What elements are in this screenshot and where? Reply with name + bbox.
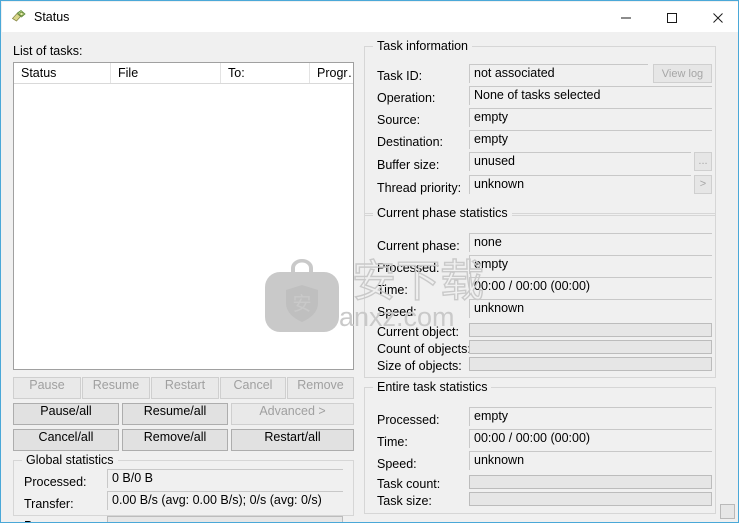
restart-button[interactable]: Restart	[151, 377, 219, 399]
resume-button[interactable]: Resume	[82, 377, 150, 399]
thread-priority-label: Thread priority:	[377, 181, 462, 195]
thread-priority-value[interactable]: unknown	[469, 175, 691, 194]
task-id-label: Task ID:	[377, 69, 423, 83]
pause-all-button[interactable]: Pause/all	[13, 403, 119, 425]
buffer-size-label: Buffer size:	[377, 158, 440, 172]
remove-all-button[interactable]: Remove/all	[122, 429, 228, 451]
count-of-objects-bar	[469, 340, 712, 354]
task-list[interactable]: Status File To: Progr…	[13, 62, 354, 370]
phase-time-label: Time:	[377, 283, 408, 297]
operation-value[interactable]: None of tasks selected	[469, 86, 712, 105]
close-icon	[713, 12, 723, 23]
cancel-all-button[interactable]: Cancel/all	[13, 429, 119, 451]
task-size-label: Task size:	[377, 494, 432, 508]
advanced-button[interactable]: Advanced >	[231, 403, 354, 425]
phase-speed-label: Speed:	[377, 305, 417, 319]
entire-time-label: Time:	[377, 435, 408, 449]
task-information-group: Task information Task ID: not associated…	[364, 39, 716, 216]
client-area: List of tasks: Status File To: Progr… Pa…	[2, 32, 738, 522]
entire-task-statistics-group: Entire task statistics Processed: empty …	[364, 380, 716, 514]
restart-all-button[interactable]: Restart/all	[231, 429, 354, 451]
global-statistics-legend: Global statistics	[22, 453, 118, 467]
size-of-objects-bar	[469, 357, 712, 371]
task-information-legend: Task information	[373, 39, 473, 53]
column-header-to[interactable]: To:	[221, 63, 310, 83]
entire-task-legend: Entire task statistics	[373, 380, 492, 394]
resume-all-button[interactable]: Resume/all	[122, 403, 228, 425]
current-phase-value[interactable]: none	[469, 233, 712, 252]
title-bar: Status	[2, 2, 738, 32]
global-processed-label: Processed:	[24, 475, 87, 489]
close-button[interactable]	[695, 3, 738, 32]
status-window: Status List of tasks: Status File To: Pr…	[0, 0, 739, 523]
phase-speed-value[interactable]: unknown	[469, 299, 712, 318]
source-label: Source:	[377, 113, 421, 127]
maximize-button[interactable]	[649, 3, 695, 32]
view-log-button[interactable]: View log	[653, 64, 712, 83]
task-list-body[interactable]	[14, 84, 353, 369]
current-phase-label: Current phase:	[377, 239, 460, 253]
window-title: Status	[34, 10, 70, 24]
entire-time-value[interactable]: 00:00 / 00:00 (00:00)	[469, 429, 712, 448]
phase-processed-value[interactable]: empty	[469, 255, 712, 274]
minimize-icon	[621, 17, 631, 18]
column-header-status[interactable]: Status	[14, 63, 111, 83]
app-icon	[11, 9, 27, 25]
buffer-browse-button[interactable]: ...	[694, 152, 712, 171]
task-list-header: Status File To: Progr…	[14, 63, 353, 84]
current-phase-statistics-group: Current phase statistics Current phase: …	[364, 206, 716, 378]
buffer-size-value[interactable]: unused	[469, 152, 691, 171]
column-header-progress[interactable]: Progr…	[310, 63, 353, 83]
resize-grip[interactable]	[720, 504, 735, 519]
column-header-file[interactable]: File	[111, 63, 221, 83]
current-phase-legend: Current phase statistics	[373, 206, 512, 220]
phase-processed-label: Processed:	[377, 261, 440, 275]
global-transfer-label: Transfer:	[24, 497, 74, 511]
maximize-icon	[667, 12, 677, 23]
task-size-bar	[469, 492, 712, 506]
global-progress-bar	[107, 516, 343, 522]
task-count-label: Task count:	[377, 477, 441, 491]
entire-processed-value[interactable]: empty	[469, 407, 712, 426]
size-of-objects-label: Size of objects:	[377, 359, 462, 373]
task-count-bar	[469, 475, 712, 489]
global-statistics-group: Global statistics Processed: 0 B/0 B Tra…	[13, 453, 354, 522]
destination-value[interactable]: empty	[469, 130, 712, 149]
phase-time-value[interactable]: 00:00 / 00:00 (00:00)	[469, 277, 712, 296]
global-transfer-value[interactable]: 0.00 B/s (avg: 0.00 B/s); 0/s (avg: 0/s)	[107, 491, 343, 510]
entire-speed-label: Speed:	[377, 457, 417, 471]
remove-button[interactable]: Remove	[287, 377, 354, 399]
global-processed-value[interactable]: 0 B/0 B	[107, 469, 343, 488]
source-value[interactable]: empty	[469, 108, 712, 127]
global-progress-label: Progress:	[24, 519, 78, 522]
entire-speed-value[interactable]: unknown	[469, 451, 712, 470]
destination-label: Destination:	[377, 135, 444, 149]
pause-button[interactable]: Pause	[13, 377, 81, 399]
operation-label: Operation:	[377, 91, 436, 105]
current-object-label: Current object:	[377, 325, 459, 339]
cancel-button[interactable]: Cancel	[220, 377, 286, 399]
task-id-value[interactable]: not associated	[469, 64, 648, 83]
priority-more-button[interactable]: >	[694, 175, 712, 194]
entire-processed-label: Processed:	[377, 413, 440, 427]
current-object-bar	[469, 323, 712, 337]
minimize-button[interactable]	[603, 3, 649, 32]
count-of-objects-label: Count of objects:	[377, 342, 471, 356]
list-of-tasks-label: List of tasks:	[13, 44, 83, 58]
